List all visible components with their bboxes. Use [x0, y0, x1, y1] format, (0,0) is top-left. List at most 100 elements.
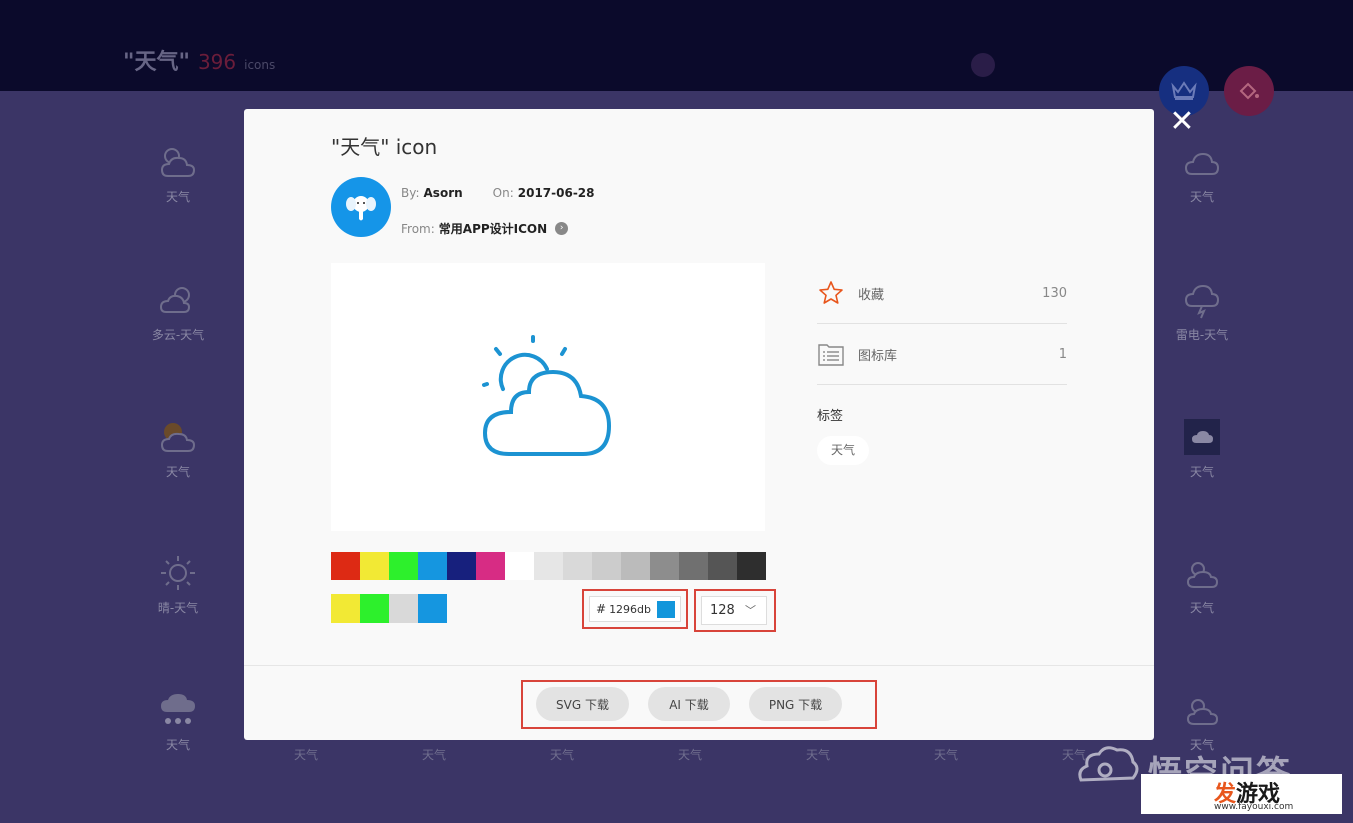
sunny-cloud-icon [1186, 699, 1219, 725]
favorite-label: 收藏 [858, 287, 885, 303]
hex-color-input[interactable] [609, 602, 660, 616]
palette-swatch[interactable] [418, 552, 447, 580]
recent-colors [331, 594, 447, 623]
library-row[interactable]: 图标库 1 [817, 324, 1067, 385]
hex-color-field[interactable]: # [589, 596, 681, 622]
png-download-button[interactable]: PNG 下载 [749, 687, 842, 721]
sun-cloud-filled-icon [160, 423, 196, 452]
tag-chip[interactable]: 天气 [817, 436, 870, 465]
size-select[interactable]: 128 ﹀ [701, 596, 767, 625]
background-icon-label: 天气 [165, 190, 190, 204]
favorite-row[interactable]: 收藏 130 [817, 263, 1067, 324]
elephant-icon [346, 196, 376, 221]
background-icon-cell[interactable]: 天气 [1157, 142, 1247, 205]
background-count-unit: icons [244, 58, 276, 72]
background-icon-cell[interactable]: 天气 [1157, 417, 1247, 480]
palette-swatch[interactable] [447, 552, 476, 580]
hash-symbol: # [596, 602, 607, 616]
sunny-cloud-icon [1186, 562, 1219, 588]
square-cloud-icon [1184, 419, 1220, 455]
background-icon-label: 天气 [677, 748, 702, 762]
library-list-icon[interactable] [817, 340, 845, 368]
partly-cloudy-icon [159, 287, 191, 313]
palette-swatch[interactable] [708, 552, 737, 580]
background-icon-cell[interactable]: 晴-天气 [133, 553, 223, 616]
ai-download-button[interactable]: AI 下载 [648, 687, 730, 721]
background-icon-label: 天气 [165, 738, 190, 752]
current-color-swatch[interactable] [657, 601, 675, 618]
background-icon-cell[interactable]: 多云-天气 [133, 280, 223, 343]
palette-swatch[interactable] [621, 552, 650, 580]
watermark-url: www.fayouxi.com [1214, 802, 1294, 812]
paint-button[interactable] [1224, 66, 1274, 116]
footer-divider [244, 665, 1154, 666]
publish-date: 2017-06-28 [517, 186, 595, 200]
background-icon-label: 晴-天气 [157, 601, 199, 615]
palette-swatch[interactable] [534, 552, 563, 580]
background-icon-cell[interactable]: 天气 [133, 142, 223, 205]
cloud-logo-icon [1075, 740, 1141, 794]
cloud-sun-icon [160, 148, 196, 177]
color-palette [331, 552, 766, 580]
recent-color-swatch[interactable] [360, 594, 389, 623]
background-icon-label: 天气 [421, 748, 446, 762]
background-icon-label: 天气 [549, 748, 574, 762]
source-meta: From: 常用APP设计ICON › [401, 220, 569, 237]
background-avatar[interactable] [971, 53, 995, 77]
palette-swatch[interactable] [331, 552, 360, 580]
download-buttons-highlight: SVG 下载 AI 下载 PNG 下载 [521, 680, 877, 729]
modal-title: "天气" icon [331, 135, 438, 159]
thunder-cloud-icon [1184, 284, 1220, 319]
chevron-down-icon: ﹀ [745, 604, 756, 617]
hex-color-highlight: # [582, 589, 688, 629]
by-label: By: [401, 186, 420, 200]
palette-swatch[interactable] [592, 552, 621, 580]
background-icon-label: 天气 [933, 748, 958, 762]
recent-color-swatch[interactable] [389, 594, 418, 623]
source-library-link[interactable]: 常用APP设计ICON [439, 220, 547, 237]
background-icon-label: 雷电-天气 [1175, 328, 1229, 342]
author-avatar[interactable] [331, 177, 391, 237]
icon-preview [331, 263, 765, 531]
background-icon-cell[interactable]: 天气 [1157, 553, 1247, 616]
close-icon[interactable]: ✕ [1168, 107, 1196, 137]
favorite-count: 130 [1042, 285, 1067, 301]
svg-download-button[interactable]: SVG 下载 [536, 687, 629, 721]
size-value: 128 [710, 603, 735, 618]
background-icon-cell[interactable]: 天气 [133, 690, 223, 753]
tags-heading: 标签 [817, 409, 844, 424]
background-icon-cell[interactable]: 雷电-天气 [1157, 280, 1247, 343]
cloud-icon [1184, 152, 1220, 175]
background-icon-label: 天气 [1189, 601, 1214, 615]
background-icon-label: 多云-天气 [151, 328, 205, 342]
background-title-keyword: "天气" [123, 50, 190, 75]
palette-swatch[interactable] [650, 552, 679, 580]
star-icon[interactable] [817, 279, 845, 307]
palette-swatch[interactable] [737, 552, 766, 580]
palette-swatch[interactable] [360, 552, 389, 580]
background-icon-cell[interactable]: 天气 [133, 417, 223, 480]
library-label: 图标库 [858, 348, 898, 364]
palette-swatch[interactable] [389, 552, 418, 580]
cloud-hearts-icon [161, 694, 195, 724]
size-select-highlight: 128 ﹀ [694, 589, 776, 632]
palette-swatch[interactable] [505, 552, 534, 580]
library-count: 1 [1058, 346, 1067, 362]
recent-color-swatch[interactable] [418, 594, 447, 623]
background-page-title: "天气" 396 icons [123, 44, 275, 76]
background-icon-label: 天气 [1189, 465, 1214, 479]
background-icon-label: 天气 [805, 748, 830, 762]
palette-swatch[interactable] [563, 552, 592, 580]
icon-detail-modal: "天气" icon By: Asorn On: 2017-06-28 From:… [244, 109, 1154, 740]
recent-color-swatch[interactable] [331, 594, 360, 623]
paint-bucket-icon [1239, 82, 1259, 100]
arrow-right-icon[interactable]: › [555, 222, 569, 235]
crown-icon [1171, 81, 1197, 100]
palette-swatch[interactable] [476, 552, 505, 580]
palette-swatch[interactable] [679, 552, 708, 580]
cloud-sun-preview-icon [482, 335, 612, 456]
background-icon-cell[interactable]: 天气 [1157, 690, 1247, 753]
from-label: From: [401, 221, 435, 236]
author-name[interactable]: Asorn [424, 186, 463, 200]
author-meta: By: Asorn On: 2017-06-28 [401, 186, 599, 200]
